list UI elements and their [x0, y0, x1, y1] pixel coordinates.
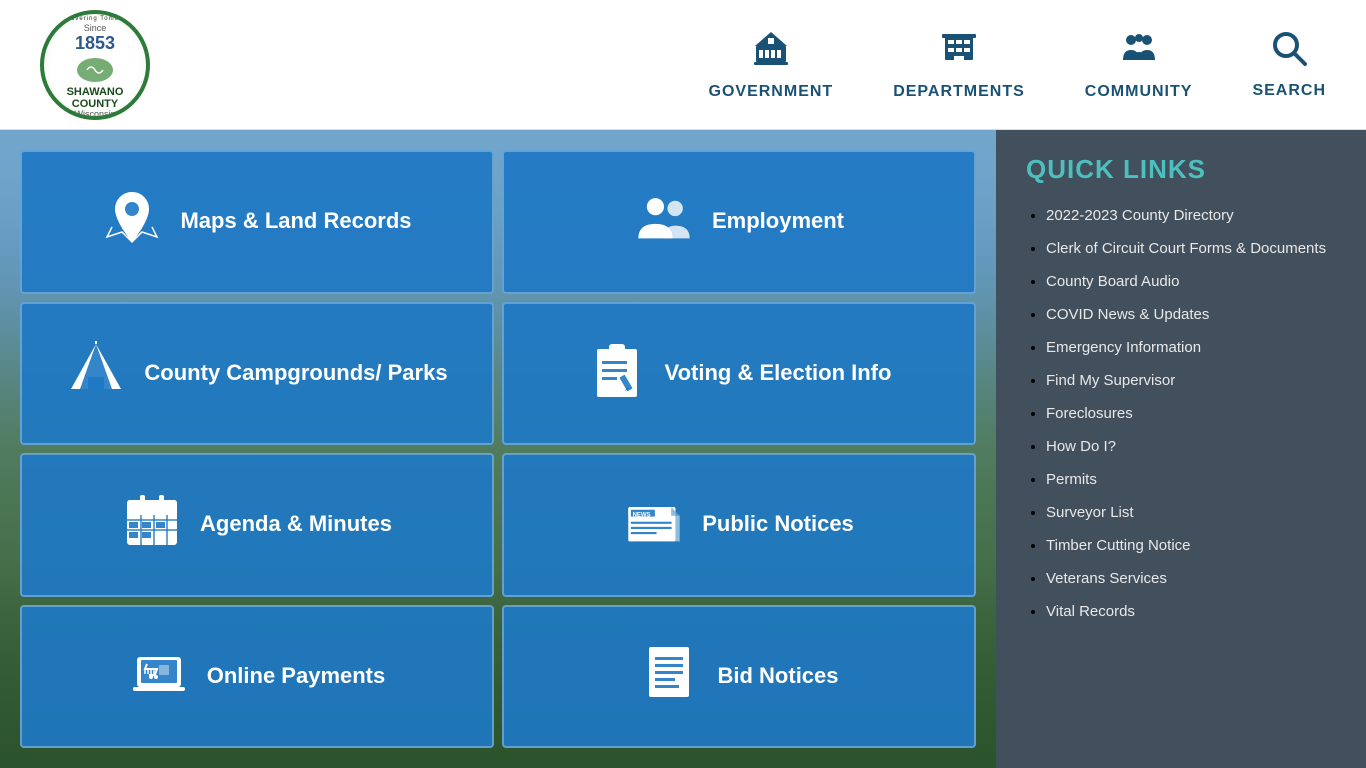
- government-icon: [751, 28, 791, 77]
- tile-public-notices[interactable]: NEWS Public Notices: [502, 453, 976, 597]
- quick-link-timber-cutting[interactable]: Timber Cutting Notice: [1046, 537, 1191, 554]
- main-nav: GOVERNMENT DEPARTMENTS: [709, 28, 1326, 101]
- clipboard-icon: [587, 339, 647, 408]
- quick-link-veterans-services[interactable]: Veterans Services: [1046, 570, 1167, 587]
- quick-link-foreclosures[interactable]: Foreclosures: [1046, 405, 1133, 422]
- quick-link-county-directory[interactable]: 2022-2023 County Directory: [1046, 207, 1234, 224]
- community-icon: [1117, 28, 1161, 77]
- tiles-grid: Maps & Land Records Employment: [0, 130, 996, 768]
- quick-link-item-foreclosures: Foreclosures: [1046, 403, 1336, 424]
- main-content: Maps & Land Records Employment: [0, 130, 1366, 768]
- logo-year: 1853: [44, 34, 146, 54]
- quick-links-list: 2022-2023 County Directory Clerk of Circu…: [1026, 205, 1336, 622]
- tile-county-campgrounds[interactable]: County Campgrounds/ Parks: [20, 302, 494, 446]
- quick-links-sidebar: QUICK LINKS 2022-2023 County Directory Cl…: [996, 130, 1366, 768]
- tent-icon: [66, 339, 126, 408]
- logo[interactable]: Honoring Tradition · Discovering Tomorro…: [40, 10, 150, 120]
- calendar-icon: [122, 490, 182, 559]
- tile-bid-notices-label: Bid Notices: [717, 662, 838, 691]
- quick-link-item-vital-records: Vital Records: [1046, 601, 1336, 622]
- search-icon: [1270, 29, 1308, 76]
- quick-link-vital-records[interactable]: Vital Records: [1046, 603, 1135, 620]
- nav-departments[interactable]: DEPARTMENTS: [893, 28, 1025, 101]
- newspaper-icon: NEWS: [624, 490, 684, 559]
- logo-area: Honoring Tradition · Discovering Tomorro…: [40, 10, 150, 120]
- header: Honoring Tradition · Discovering Tomorro…: [0, 0, 1366, 130]
- quick-link-clerk-forms[interactable]: Clerk of Circuit Court Forms & Documents: [1046, 240, 1326, 257]
- cart-icon: [129, 642, 189, 711]
- logo-name: SHAWANO COUNTY: [44, 86, 146, 110]
- nav-search[interactable]: SEARCH: [1252, 29, 1326, 100]
- hero-section: Maps & Land Records Employment: [0, 130, 996, 768]
- nav-community[interactable]: COMMUNITY: [1085, 28, 1193, 101]
- tile-agenda-minutes[interactable]: Agenda & Minutes: [20, 453, 494, 597]
- logo-arc-top: Honoring Tradition · Discovering Tomorro…: [44, 10, 146, 23]
- quick-link-item-surveyor-list: Surveyor List: [1046, 502, 1336, 523]
- quick-link-permits[interactable]: Permits: [1046, 471, 1097, 488]
- nav-community-label: COMMUNITY: [1085, 83, 1193, 101]
- tile-maps-land-records-label: Maps & Land Records: [180, 207, 411, 236]
- quick-link-item-timber-cutting: Timber Cutting Notice: [1046, 535, 1336, 556]
- tile-bid-notices[interactable]: Bid Notices: [502, 605, 976, 749]
- quick-link-covid-news[interactable]: COVID News & Updates: [1046, 306, 1209, 323]
- nav-government[interactable]: GOVERNMENT: [709, 28, 834, 101]
- quick-link-item-find-supervisor: Find My Supervisor: [1046, 370, 1336, 391]
- quick-link-item-how-do-i: How Do I?: [1046, 436, 1336, 457]
- nav-departments-label: DEPARTMENTS: [893, 83, 1025, 101]
- quick-link-item-permits: Permits: [1046, 469, 1336, 490]
- people-icon: [634, 187, 694, 256]
- quick-link-county-board-audio[interactable]: County Board Audio: [1046, 273, 1179, 290]
- quick-link-item-covid-news: COVID News & Updates: [1046, 304, 1336, 325]
- svg-text:NEWS: NEWS: [633, 513, 651, 519]
- nav-search-label: SEARCH: [1252, 82, 1326, 100]
- quick-links-title: QUICK LINKS: [1026, 154, 1336, 185]
- tile-maps-land-records[interactable]: Maps & Land Records: [20, 150, 494, 294]
- document-icon: [639, 642, 699, 711]
- logo-state: Wisconsin: [44, 110, 146, 119]
- tile-voting-election[interactable]: Voting & Election Info: [502, 302, 976, 446]
- quick-link-item-clerk-forms: Clerk of Circuit Court Forms & Documents: [1046, 238, 1336, 259]
- quick-link-item-county-directory: 2022-2023 County Directory: [1046, 205, 1336, 226]
- quick-link-emergency-info[interactable]: Emergency Information: [1046, 339, 1201, 356]
- tile-agenda-minutes-label: Agenda & Minutes: [200, 510, 392, 539]
- tile-online-payments-label: Online Payments: [207, 662, 386, 691]
- quick-link-how-do-i[interactable]: How Do I?: [1046, 438, 1116, 455]
- map-pin-icon: [102, 187, 162, 256]
- tile-employment-label: Employment: [712, 207, 844, 236]
- quick-link-item-veterans-services: Veterans Services: [1046, 568, 1336, 589]
- tile-online-payments[interactable]: Online Payments: [20, 605, 494, 749]
- quick-link-item-county-board-audio: County Board Audio: [1046, 271, 1336, 292]
- tile-voting-election-label: Voting & Election Info: [665, 359, 892, 388]
- quick-link-item-emergency-info: Emergency Information: [1046, 337, 1336, 358]
- quick-link-find-supervisor[interactable]: Find My Supervisor: [1046, 372, 1175, 389]
- quick-link-surveyor-list[interactable]: Surveyor List: [1046, 504, 1134, 521]
- tile-public-notices-label: Public Notices: [702, 510, 854, 539]
- nav-government-label: GOVERNMENT: [709, 83, 834, 101]
- tile-county-campgrounds-label: County Campgrounds/ Parks: [144, 359, 447, 388]
- tile-employment[interactable]: Employment: [502, 150, 976, 294]
- departments-icon: [939, 28, 979, 77]
